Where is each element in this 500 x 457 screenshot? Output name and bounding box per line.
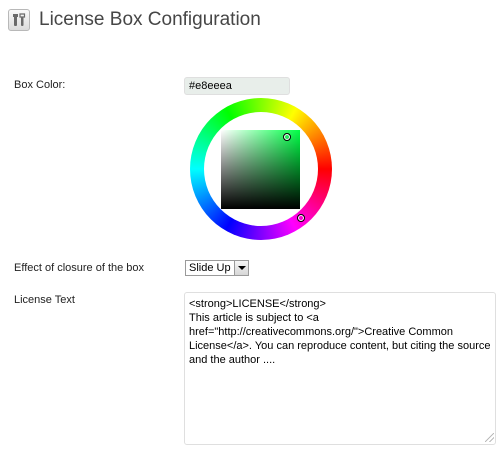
closure-effect-select[interactable]: Slide Up [185,260,249,276]
license-text-label: License Text [14,294,75,306]
saturation-marker[interactable] [283,133,291,141]
closure-effect-value: Slide Up [189,262,231,274]
box-color-input[interactable]: #e8eeea [184,77,290,95]
tools-icon [8,9,30,31]
page-title: License Box Configuration [39,9,261,30]
saturation-lightness-square[interactable] [221,130,300,209]
closure-effect-label: Effect of closure of the box [14,262,145,274]
resize-handle-icon[interactable] [485,433,494,442]
license-text-area[interactable]: <strong>LICENSE</strong> This article is… [184,292,496,445]
box-color-label: Box Color: [14,79,66,91]
hue-marker[interactable] [297,214,305,222]
chevron-down-icon[interactable] [233,261,248,275]
page-header: License Box Configuration [8,8,261,32]
